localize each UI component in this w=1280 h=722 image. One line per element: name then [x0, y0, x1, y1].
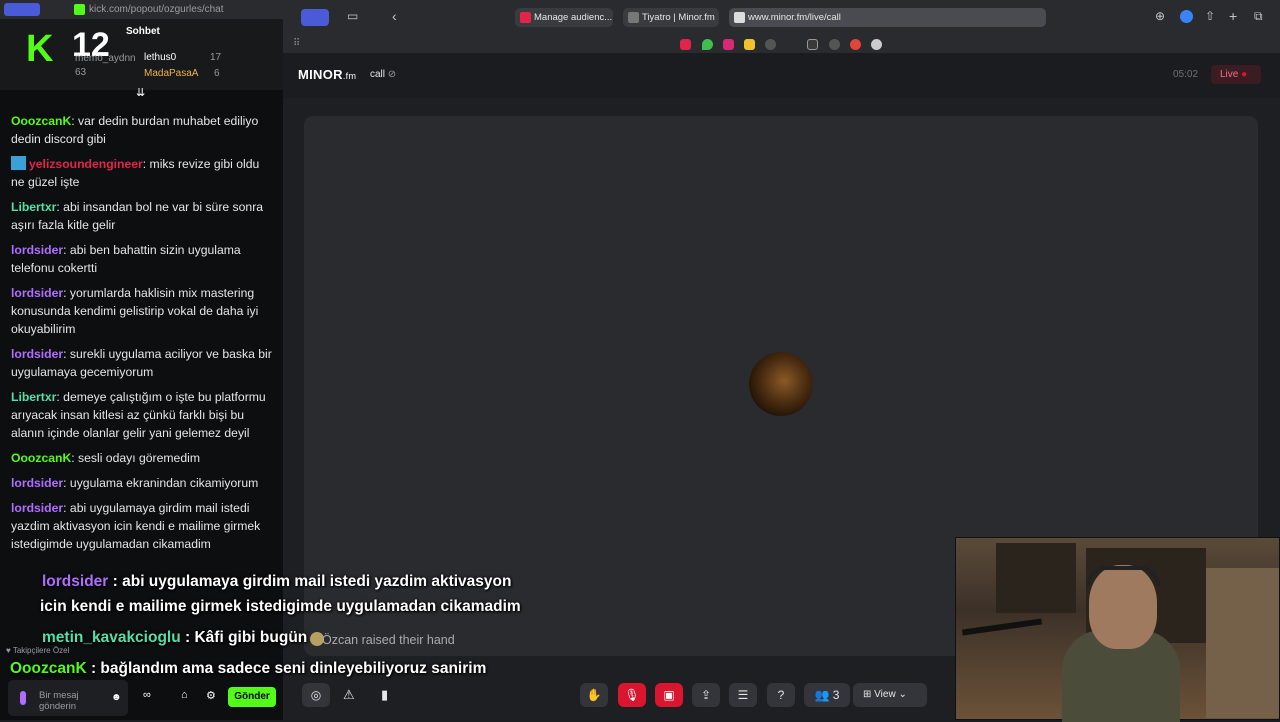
overlay-line: metin_kavakcioglu : Kâfi gibi bugün [42, 629, 308, 646]
emote-icon[interactable] [20, 691, 26, 705]
store-icon[interactable]: ⌂ [181, 689, 188, 701]
bookmark-yellow-icon[interactable] [744, 39, 755, 50]
headphones [1086, 566, 1160, 586]
chat-message-input[interactable]: Bir mesaj gönderin ☻ [8, 680, 128, 716]
tabs-overview-icon[interactable]: ⧉ [1254, 9, 1263, 24]
raised-hand-notice: Özcan raised their hand [322, 633, 455, 647]
download-icon[interactable]: ⊕ [1155, 9, 1165, 23]
chat-message: lordsider: abi uygulamaya girdim mail is… [11, 501, 261, 551]
stats-icon[interactable]: ▮ [381, 687, 388, 703]
sidebar-toggle-icon[interactable] [4, 3, 40, 16]
link-icon[interactable]: ⊘ [388, 69, 396, 80]
bookmark-globe-icon[interactable] [829, 39, 840, 50]
emoji-icon[interactable]: ☻ [111, 692, 122, 703]
chat-message: yelizsoundengineer: miks revize gibi old… [11, 156, 260, 189]
bookmark-f-icon[interactable] [807, 39, 818, 50]
settings-toggle-icon[interactable]: ◎ [302, 683, 330, 707]
participant-avatar[interactable] [749, 352, 813, 416]
chat-message: OoozcanK: var dedin burdan muhabet edili… [11, 114, 259, 146]
tab-active-url[interactable]: www.minor.fm/live/call [729, 8, 1046, 27]
live-badge: Live ● [1211, 65, 1261, 84]
tab-favicon-icon [734, 12, 745, 23]
share-screen-icon[interactable]: ⇪ [692, 683, 720, 707]
camera-off-icon[interactable]: ▣ [655, 683, 683, 707]
overlay-line: icin kendi e mailime girmek istedigimde … [40, 598, 521, 615]
participants-button[interactable]: 👥 3 [804, 683, 850, 707]
kick-logo: K [26, 28, 53, 70]
leaderboard-entry: memo_aydnn [75, 53, 136, 64]
bookmark-youtube-icon[interactable] [680, 39, 691, 50]
app-header [283, 53, 1280, 98]
gear-icon[interactable]: ⚙ [206, 689, 216, 702]
sidebar-icon[interactable]: ▭ [347, 9, 358, 23]
send-button[interactable]: Gönder [228, 687, 276, 707]
raise-hand-icon[interactable]: ✋ [580, 683, 608, 707]
leaderboard-entry: MadaPasaA [144, 68, 199, 79]
leaderboard-entry: lethus0 [144, 52, 177, 63]
apps-grid-icon[interactable]: ⠿ [293, 38, 300, 49]
tab-manage-audience[interactable]: Manage audienc... [515, 8, 613, 27]
share-icon[interactable]: ⇧ [1205, 9, 1215, 23]
leaderboard-score: 63 [75, 67, 87, 78]
chat-message: Libertxr: demeye çalıştığım o işte bu pl… [11, 390, 266, 440]
call-title: call ⊘ [370, 69, 397, 80]
help-icon[interactable]: ? [767, 683, 795, 707]
overlay-line: lordsider : abi uygulamaya girdim mail i… [42, 573, 512, 590]
chat-message-list: OoozcanK: var dedin burdan muhabet edili… [11, 94, 273, 560]
bookmark-globe-icon[interactable] [765, 39, 776, 50]
call-timer: 05:02 [1173, 69, 1199, 80]
tab-bar: ▭ ‹ Manage audienc... Tiyatro | Minor.fm… [283, 0, 1280, 35]
mic-off-icon[interactable]: 🎙 [618, 683, 646, 707]
new-tab-icon[interactable]: + [1229, 8, 1237, 24]
bookmark-instagram-icon[interactable] [723, 39, 734, 50]
minor-logo[interactable]: MINOR.fm [298, 67, 356, 82]
settings-icon[interactable]: ∞ [143, 689, 151, 701]
bookshelf [996, 543, 1076, 613]
bookmark-leaf-icon[interactable] [702, 39, 713, 50]
chat-url-bar: kick.com/popout/ozgurles/chat [0, 0, 283, 19]
tab-tiyatro[interactable]: Tiyatro | Minor.fm [623, 8, 719, 27]
badge-icon [11, 156, 26, 170]
chat-url: kick.com/popout/ozgurles/chat [89, 4, 224, 15]
overlay-line: OoozcanK : bağlandım ama sadece seni din… [10, 660, 487, 677]
tab-favicon-icon [628, 12, 639, 23]
chat-message: lordsider: uygulama ekranindan cikamiyor… [11, 476, 259, 490]
live-dot-icon: ● [1241, 69, 1248, 80]
extension-icon[interactable] [1180, 10, 1193, 23]
warning-icon[interactable]: ⚠ [343, 687, 355, 703]
bookmark-settings-icon[interactable] [871, 39, 882, 50]
leaderboard-score: 6 [214, 68, 220, 79]
chat-message: lordsider: surekli uygulama aciliyor ve … [11, 347, 272, 379]
back-icon[interactable]: ‹ [392, 8, 397, 24]
view-button[interactable]: ⊞ View ⌄ [853, 683, 927, 707]
chat-icon[interactable]: ☰ [729, 683, 757, 707]
leaderboard-score: 17 [210, 52, 222, 63]
chat-message: Libertxr: abi insandan bol ne var bi sür… [11, 200, 264, 232]
chat-message: lordsider: yorumlarda haklisin mix maste… [11, 286, 259, 336]
followers-only-label: ♥ Takipçilere Özel [6, 646, 70, 655]
bookmark-red-icon[interactable] [850, 39, 861, 50]
kick-favicon-icon [74, 4, 85, 15]
bookmarks-bar: ⠿ [283, 35, 1280, 53]
wall [1206, 568, 1279, 718]
chat-message: lordsider: abi ben bahattin sizin uygula… [11, 243, 241, 275]
tab-favicon-icon [520, 12, 531, 23]
chat-title: Sohbet [126, 26, 160, 37]
chat-message: OoozcanK: sesli odayı göremedim [11, 451, 200, 465]
profile-icon[interactable] [301, 9, 329, 26]
